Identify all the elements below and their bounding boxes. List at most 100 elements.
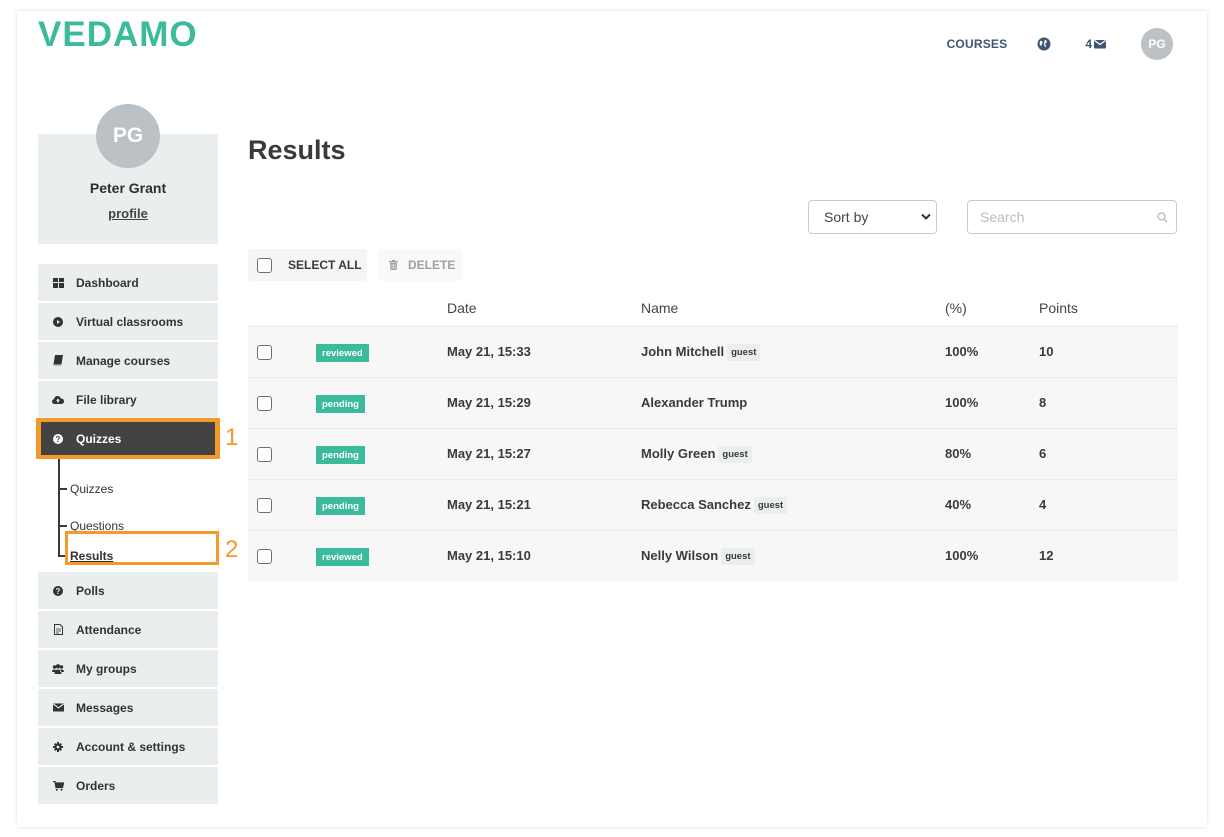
chevron-down-icon (921, 213, 931, 220)
messages-count: 4 (1085, 37, 1092, 51)
sidebar-item-label: Attendance (76, 622, 142, 637)
sidebar-item-orders[interactable]: Orders (38, 767, 218, 804)
profile-avatar: PG (96, 104, 160, 168)
question-circle-icon: ? (52, 585, 64, 597)
select-all-button[interactable]: SELECT ALL (248, 249, 367, 281)
participant-name: Nelly Wilson (641, 548, 719, 563)
cell-percent: 100% (945, 395, 979, 410)
sidebar-item-label: Manage courses (76, 353, 171, 368)
vedamo-logo[interactable]: VEDAMO (38, 17, 220, 51)
table-row[interactable]: pending May 21, 15:21 Rebecca Sanchez gue… (248, 480, 1178, 531)
cell-date: May 21, 15:10 (447, 548, 531, 563)
row-checkbox[interactable] (257, 447, 272, 462)
submenu-item-quizzes[interactable]: Quizzes (58, 479, 113, 499)
grid-icon (52, 277, 64, 289)
callout-box-1 (38, 419, 218, 458)
user-avatar[interactable]: PG (1141, 28, 1173, 60)
search-input[interactable] (968, 201, 1138, 233)
profile-card: PG Peter Grant profile (38, 104, 218, 244)
logo-text: VEDAMO (38, 17, 198, 51)
play-circle-icon (52, 316, 64, 328)
status-badge: pending (316, 497, 365, 515)
status-badge: pending (316, 395, 365, 413)
search-icon[interactable] (1157, 212, 1168, 223)
sidebar-item-my-groups[interactable]: My groups (38, 650, 218, 687)
sidebar-item-manage-courses[interactable]: Manage courses (38, 342, 218, 379)
sort-by-label: Sort by (824, 209, 869, 225)
cell-points: 12 (1039, 548, 1054, 563)
table-row[interactable]: pending May 21, 15:27 Molly Green guest 8… (248, 429, 1178, 480)
cell-points: 10 (1039, 344, 1054, 359)
profile-link[interactable]: profile (38, 206, 218, 221)
select-all-label: SELECT ALL (288, 258, 362, 272)
table-row[interactable]: pending May 21, 15:29 Alexander Trump 10… (248, 378, 1178, 429)
sidebar-item-polls[interactable]: ? Polls (38, 572, 218, 609)
table-row[interactable]: reviewed May 21, 15:10 Nelly Wilson guest… (248, 531, 1178, 582)
sidebar-item-virtual-classrooms[interactable]: Virtual classrooms (38, 303, 218, 340)
search-field[interactable] (967, 200, 1177, 234)
logo-wordmark: VEDAMO (38, 17, 198, 51)
sidebar-item-label: Messages (76, 700, 134, 715)
svg-text:?: ? (56, 587, 61, 596)
envelope-icon (1094, 40, 1106, 49)
tree-branch (58, 525, 67, 527)
globe-icon[interactable] (1037, 37, 1051, 51)
table-row[interactable]: reviewed May 21, 15:33 John Mitchell gues… (248, 327, 1178, 378)
status-badge: reviewed (316, 548, 369, 566)
callout-number-1: 1 (225, 424, 239, 451)
sidebar-item-label: Virtual classrooms (76, 314, 184, 329)
cell-percent: 100% (945, 548, 979, 563)
nav-courses-link[interactable]: COURSES (947, 37, 1008, 51)
column-header-points[interactable]: Points (1039, 300, 1078, 316)
cell-percent: 80% (945, 446, 972, 461)
document-icon (52, 624, 64, 636)
delete-button[interactable]: DELETE (378, 249, 463, 281)
cell-date: May 21, 15:27 (447, 446, 531, 461)
column-header-percent[interactable]: (%) (945, 300, 967, 316)
cell-name: Rebecca Sanchez guest (641, 497, 788, 515)
messages-link[interactable]: 4 (1085, 37, 1106, 51)
page-container: VEDAMO COURSES 4 PG PG Peter Grant profi… (17, 11, 1207, 827)
status-badge: reviewed (316, 344, 369, 362)
tree-branch (58, 488, 67, 490)
sidebar-item-label: Polls (76, 583, 105, 598)
participant-name: John Mitchell (641, 344, 725, 359)
status-badge: pending (316, 446, 365, 464)
select-all-checkbox[interactable] (257, 257, 272, 273)
row-checkbox[interactable] (257, 396, 272, 411)
cart-icon (52, 780, 64, 792)
cell-date: May 21, 15:21 (447, 497, 531, 512)
tree-line (58, 459, 60, 556)
row-checkbox[interactable] (257, 549, 272, 564)
cell-date: May 21, 15:33 (447, 344, 531, 359)
sidebar-item-dashboard[interactable]: Dashboard (38, 264, 218, 301)
book-icon (52, 355, 64, 367)
sidebar-item-attendance[interactable]: Attendance (38, 611, 218, 648)
cell-percent: 100% (945, 344, 979, 359)
sidebar-item-account-settings[interactable]: Account & settings (38, 728, 218, 765)
column-header-date[interactable]: Date (447, 300, 477, 316)
sidebar-item-label: File library (76, 392, 137, 407)
cell-points: 8 (1039, 395, 1047, 410)
delete-label: DELETE (408, 258, 456, 272)
guest-badge: guest (727, 344, 761, 362)
sidebar-item-file-library[interactable]: File library (38, 381, 218, 418)
sidebar-item-messages[interactable]: Messages (38, 689, 218, 726)
guest-badge: guest (721, 548, 755, 566)
row-checkbox[interactable] (257, 345, 272, 360)
callout-box-2 (65, 531, 219, 565)
guest-badge: guest (718, 446, 752, 464)
cell-percent: 40% (945, 497, 972, 512)
sidebar-item-label: My groups (76, 661, 137, 676)
cloud-upload-icon (52, 394, 64, 406)
participant-name: Alexander Trump (641, 395, 748, 410)
participant-name: Rebecca Sanchez (641, 497, 751, 512)
column-header-name[interactable]: Name (641, 300, 678, 316)
guest-badge: guest (753, 497, 788, 515)
callout-number-2: 2 (225, 536, 239, 563)
sort-by-select[interactable]: Sort by (808, 200, 937, 234)
row-checkbox[interactable] (257, 498, 272, 513)
cell-points: 6 (1039, 446, 1047, 461)
sidebar-item-label: Dashboard (76, 275, 139, 290)
users-icon (52, 663, 64, 675)
